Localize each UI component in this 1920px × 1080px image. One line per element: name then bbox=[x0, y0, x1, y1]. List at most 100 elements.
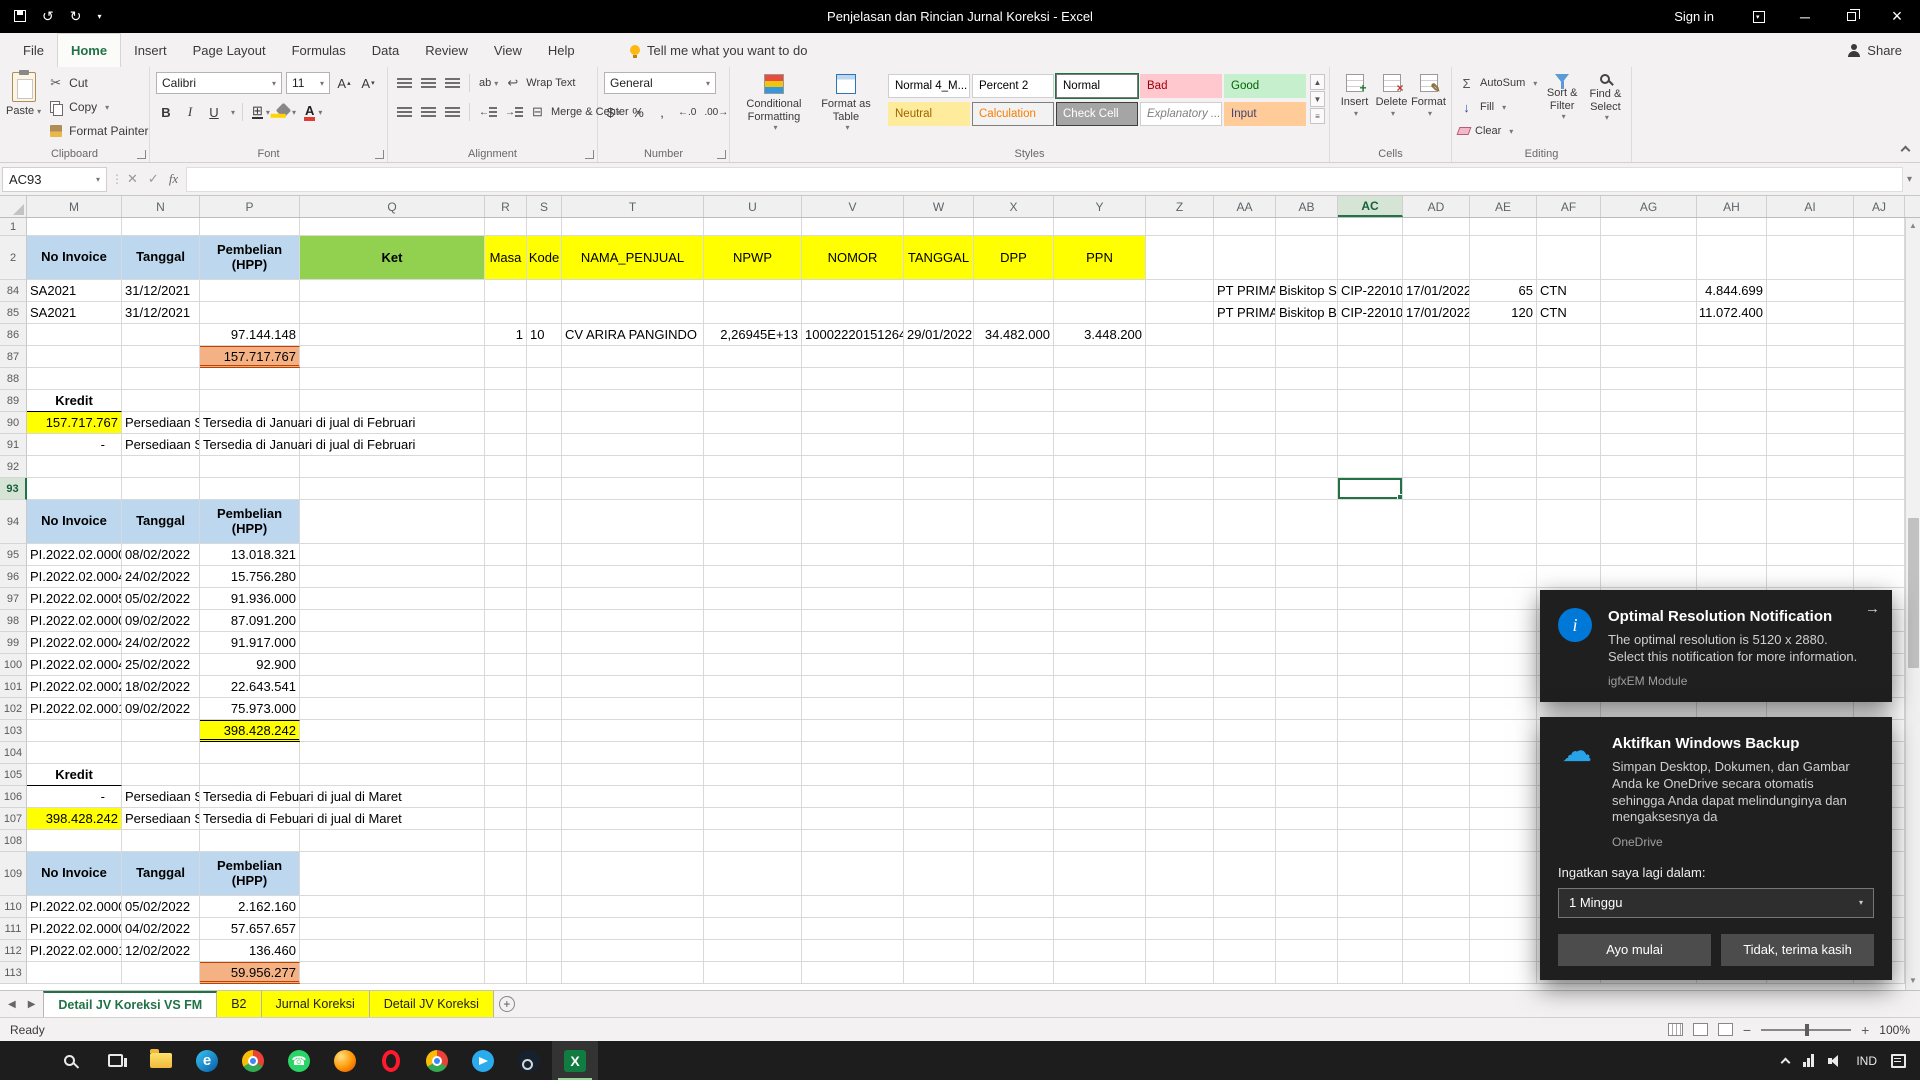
cell-Q89[interactable] bbox=[300, 390, 485, 412]
cell-T101[interactable] bbox=[562, 676, 704, 698]
cell-AI86[interactable] bbox=[1767, 324, 1854, 346]
cell-AB99[interactable] bbox=[1276, 632, 1338, 654]
cell-W86[interactable]: 29/01/2022 bbox=[904, 324, 974, 346]
cell-AJ87[interactable] bbox=[1854, 346, 1905, 368]
cell-P96[interactable]: 15.756.280 bbox=[200, 566, 300, 588]
cell-AC110[interactable] bbox=[1338, 896, 1403, 918]
cell-AD89[interactable] bbox=[1403, 390, 1470, 412]
cell-AD87[interactable] bbox=[1403, 346, 1470, 368]
cell-P108[interactable] bbox=[200, 830, 300, 852]
cell-W105[interactable] bbox=[904, 764, 974, 786]
cell-AG93[interactable] bbox=[1601, 478, 1697, 500]
cell-S107[interactable] bbox=[527, 808, 562, 830]
cell-AA103[interactable] bbox=[1214, 720, 1276, 742]
vertical-scrollbar[interactable]: ▲ ▼ bbox=[1905, 218, 1920, 990]
cell-AB96[interactable] bbox=[1276, 566, 1338, 588]
row-header-87[interactable]: 87 bbox=[0, 346, 27, 368]
cell-Z108[interactable] bbox=[1146, 830, 1214, 852]
insert-cells-button[interactable]: + Insert▾ bbox=[1336, 72, 1373, 118]
cell-T109[interactable] bbox=[562, 852, 704, 896]
cell-X104[interactable] bbox=[974, 742, 1054, 764]
cell-AC91[interactable] bbox=[1338, 434, 1403, 456]
cell-AF94[interactable] bbox=[1537, 500, 1601, 544]
col-header-AB[interactable]: AB bbox=[1276, 196, 1338, 217]
cell-M91[interactable]: - bbox=[27, 434, 122, 456]
row-header-100[interactable]: 100 bbox=[0, 654, 27, 676]
cell-N86[interactable] bbox=[122, 324, 200, 346]
cell-P112[interactable]: 136.460 bbox=[200, 940, 300, 962]
cell-AC113[interactable] bbox=[1338, 962, 1403, 984]
cell-Z113[interactable] bbox=[1146, 962, 1214, 984]
cell-AI89[interactable] bbox=[1767, 390, 1854, 412]
font-size-select[interactable]: 11▾ bbox=[286, 72, 330, 94]
cell-AJ86[interactable] bbox=[1854, 324, 1905, 346]
cell-R109[interactable] bbox=[485, 852, 527, 896]
cell-X97[interactable] bbox=[974, 588, 1054, 610]
cell-X94[interactable] bbox=[974, 500, 1054, 544]
cell-V103[interactable] bbox=[802, 720, 904, 742]
cell-AA102[interactable] bbox=[1214, 698, 1276, 720]
cell-AH1[interactable] bbox=[1697, 218, 1767, 236]
cell-U104[interactable] bbox=[704, 742, 802, 764]
select-all-corner[interactable] bbox=[0, 196, 27, 217]
cell-AF90[interactable] bbox=[1537, 412, 1601, 434]
close-button[interactable]: × bbox=[1874, 0, 1920, 33]
row-header-89[interactable]: 89 bbox=[0, 390, 27, 412]
cell-AE95[interactable] bbox=[1470, 544, 1537, 566]
cell-U87[interactable] bbox=[704, 346, 802, 368]
cell-U2[interactable]: NPWP bbox=[704, 236, 802, 280]
cell-AH91[interactable] bbox=[1697, 434, 1767, 456]
cell-W94[interactable] bbox=[904, 500, 974, 544]
sheet-tab-detail-jv-koreksi[interactable]: Detail JV Koreksi bbox=[370, 991, 494, 1017]
cell-T88[interactable] bbox=[562, 368, 704, 390]
cell-W111[interactable] bbox=[904, 918, 974, 940]
cell-AC89[interactable] bbox=[1338, 390, 1403, 412]
cell-R103[interactable] bbox=[485, 720, 527, 742]
cell-X105[interactable] bbox=[974, 764, 1054, 786]
cell-Z105[interactable] bbox=[1146, 764, 1214, 786]
cell-AJ95[interactable] bbox=[1854, 544, 1905, 566]
maximize-button[interactable] bbox=[1828, 0, 1874, 33]
cell-AC101[interactable] bbox=[1338, 676, 1403, 698]
cell-X111[interactable] bbox=[974, 918, 1054, 940]
formula-input[interactable] bbox=[186, 167, 1903, 192]
cell-X85[interactable] bbox=[974, 302, 1054, 324]
cell-P104[interactable] bbox=[200, 742, 300, 764]
align-right-icon[interactable] bbox=[442, 101, 462, 123]
cell-M92[interactable] bbox=[27, 456, 122, 478]
cell-Q99[interactable] bbox=[300, 632, 485, 654]
cell-AI2[interactable] bbox=[1767, 236, 1854, 280]
cell-AC111[interactable] bbox=[1338, 918, 1403, 940]
cell-Y103[interactable] bbox=[1054, 720, 1146, 742]
cell-Y112[interactable] bbox=[1054, 940, 1146, 962]
cell-S92[interactable] bbox=[527, 456, 562, 478]
cell-T94[interactable] bbox=[562, 500, 704, 544]
style-chip-normal-4-m[interactable]: Normal 4_M... bbox=[888, 74, 970, 98]
cell-AF96[interactable] bbox=[1537, 566, 1601, 588]
cell-AE113[interactable] bbox=[1470, 962, 1537, 984]
cell-AF84[interactable]: CTN bbox=[1537, 280, 1601, 302]
cell-AB104[interactable] bbox=[1276, 742, 1338, 764]
cell-AC107[interactable] bbox=[1338, 808, 1403, 830]
cell-Y110[interactable] bbox=[1054, 896, 1146, 918]
cell-M85[interactable]: SA2021 bbox=[27, 302, 122, 324]
cell-AA100[interactable] bbox=[1214, 654, 1276, 676]
cell-S84[interactable] bbox=[527, 280, 562, 302]
cell-M102[interactable]: PI.2022.02.00010 bbox=[27, 698, 122, 720]
cell-Q85[interactable] bbox=[300, 302, 485, 324]
cell-V85[interactable] bbox=[802, 302, 904, 324]
row-header-101[interactable]: 101 bbox=[0, 676, 27, 698]
cell-S104[interactable] bbox=[527, 742, 562, 764]
cell-P1[interactable] bbox=[200, 218, 300, 236]
tab-file[interactable]: File bbox=[10, 33, 57, 67]
cell-T102[interactable] bbox=[562, 698, 704, 720]
tray-expand-icon[interactable] bbox=[1781, 1057, 1791, 1067]
cell-M99[interactable]: PI.2022.02.00044 bbox=[27, 632, 122, 654]
cell-Z112[interactable] bbox=[1146, 940, 1214, 962]
cell-X101[interactable] bbox=[974, 676, 1054, 698]
cell-W85[interactable] bbox=[904, 302, 974, 324]
cell-Z102[interactable] bbox=[1146, 698, 1214, 720]
cell-V97[interactable] bbox=[802, 588, 904, 610]
cell-N96[interactable]: 24/02/2022 bbox=[122, 566, 200, 588]
cell-T85[interactable] bbox=[562, 302, 704, 324]
